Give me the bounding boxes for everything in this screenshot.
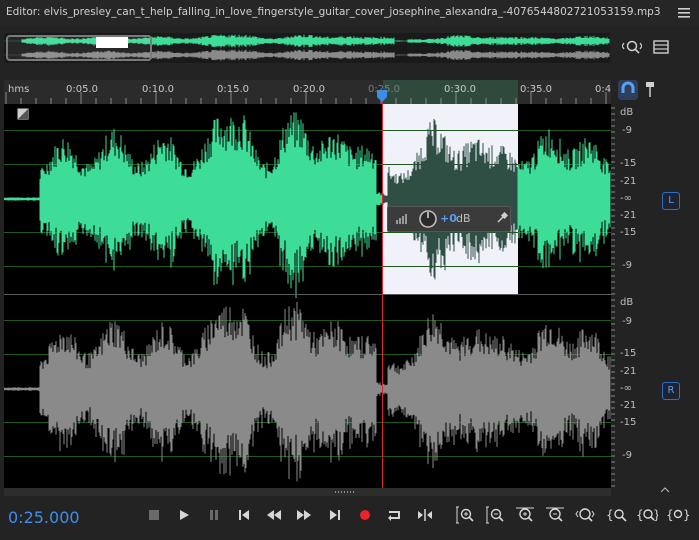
horizontal-scrollbar[interactable] <box>4 488 611 496</box>
fast-forward-icon <box>297 510 311 520</box>
playhead-line[interactable] <box>382 92 383 488</box>
stop-button[interactable] <box>145 506 163 524</box>
zoom-full-icon <box>575 508 595 522</box>
loop-icon <box>388 511 400 521</box>
resize-chevron-icon[interactable] <box>660 487 670 493</box>
gain-value: +0 <box>440 212 457 225</box>
current-time-display[interactable]: 0:25.000 <box>8 508 80 527</box>
skip-selection-button[interactable] <box>416 506 434 524</box>
db-unit-label: dB <box>620 297 634 308</box>
hud-pin-icon[interactable] <box>496 212 508 224</box>
channel-toggle-icon[interactable] <box>17 108 29 120</box>
zoom-full-button[interactable] <box>575 505 595 525</box>
zoom-out-time-button[interactable] <box>545 505 565 525</box>
skip-to-start-button[interactable] <box>235 506 253 524</box>
zoom-in-amplitude-button[interactable] <box>455 505 475 525</box>
rewind-button[interactable] <box>265 506 283 524</box>
gain-unit: dB <box>456 212 471 225</box>
snap-toggle[interactable] <box>618 80 638 100</box>
zoom-to-selection-button[interactable]: {} <box>666 505 690 525</box>
db-tick-label: -9 <box>622 316 632 327</box>
db-tick-label: -15 <box>620 158 637 169</box>
db-tick-marks <box>611 107 615 487</box>
zoom-navigator-icon[interactable] <box>622 37 642 57</box>
level-meter-icon <box>396 214 407 224</box>
ruler-ticks <box>5 92 607 104</box>
db-tick-label: -∞ <box>620 193 632 204</box>
svg-text:}: } <box>653 508 658 522</box>
playhead-handle[interactable] <box>376 89 388 103</box>
magnet-icon <box>621 81 635 93</box>
svg-text:{: { <box>636 508 644 522</box>
record-icon <box>360 510 370 520</box>
pause-icon <box>210 510 218 520</box>
skip-selection-icon <box>418 509 432 521</box>
zoom-selection-left-button[interactable]: { <box>606 505 628 525</box>
pin-icon[interactable] <box>643 81 657 99</box>
zoom-in-amplitude-icon <box>456 506 474 524</box>
db-unit-label: dB <box>620 107 634 118</box>
play-icon <box>180 510 189 520</box>
skip-to-start-icon <box>239 510 249 520</box>
left-channel-badge[interactable]: L <box>662 192 680 210</box>
db-tick-label: -9 <box>622 450 632 461</box>
overview-zoom-window[interactable] <box>6 35 152 61</box>
right-channel-badge[interactable]: R <box>662 382 680 400</box>
stop-icon <box>149 510 159 520</box>
fast-forward-button[interactable] <box>295 506 313 524</box>
gain-knob-icon[interactable] <box>418 209 438 229</box>
record-button[interactable] <box>356 506 374 524</box>
play-button[interactable] <box>175 506 193 524</box>
waveform-display[interactable] <box>4 104 611 488</box>
db-tick-label: -21 <box>620 400 637 411</box>
db-tick-label: -15 <box>620 417 637 428</box>
overview-selection <box>96 37 128 48</box>
svg-text:{: { <box>606 508 614 522</box>
zoom-in-time-icon <box>516 507 534 522</box>
db-tick-label: -21 <box>620 210 637 221</box>
db-tick-label: -9 <box>622 260 632 271</box>
zoom-in-time-button[interactable] <box>515 505 535 525</box>
db-tick-label: -21 <box>620 366 637 377</box>
zoom-out-time-icon <box>546 507 564 522</box>
db-tick-label: -21 <box>620 176 637 187</box>
zoom-out-amplitude-icon <box>486 506 504 524</box>
svg-text:}: } <box>683 508 690 522</box>
db-tick-label: -∞ <box>620 383 632 394</box>
zoom-selection-right-button[interactable]: {} <box>636 505 658 525</box>
zoom-out-amplitude-button[interactable] <box>485 505 505 525</box>
loop-playback-button[interactable] <box>386 506 404 524</box>
db-tick-label: -9 <box>622 125 632 136</box>
channel-divider <box>4 294 611 295</box>
list-view-icon[interactable] <box>651 37 671 57</box>
panel-menu-icon[interactable] <box>676 5 692 21</box>
db-tick-label: -15 <box>620 227 637 238</box>
zoom-selection-left-icon: { <box>606 508 627 522</box>
svg-text:{: { <box>666 508 674 522</box>
zoom-selection-right-icon: {} <box>636 508 658 522</box>
db-tick-label: -15 <box>620 348 637 359</box>
pause-button[interactable] <box>205 506 223 524</box>
zoom-to-selection-icon: {} <box>666 508 690 522</box>
rewind-icon <box>267 510 281 520</box>
scroll-grip-icon[interactable] <box>333 489 357 495</box>
skip-to-end-icon <box>330 510 340 520</box>
editor-title: Editor: elvis_presley_can_t_help_falling… <box>6 6 661 18</box>
skip-to-end-button[interactable] <box>326 506 344 524</box>
